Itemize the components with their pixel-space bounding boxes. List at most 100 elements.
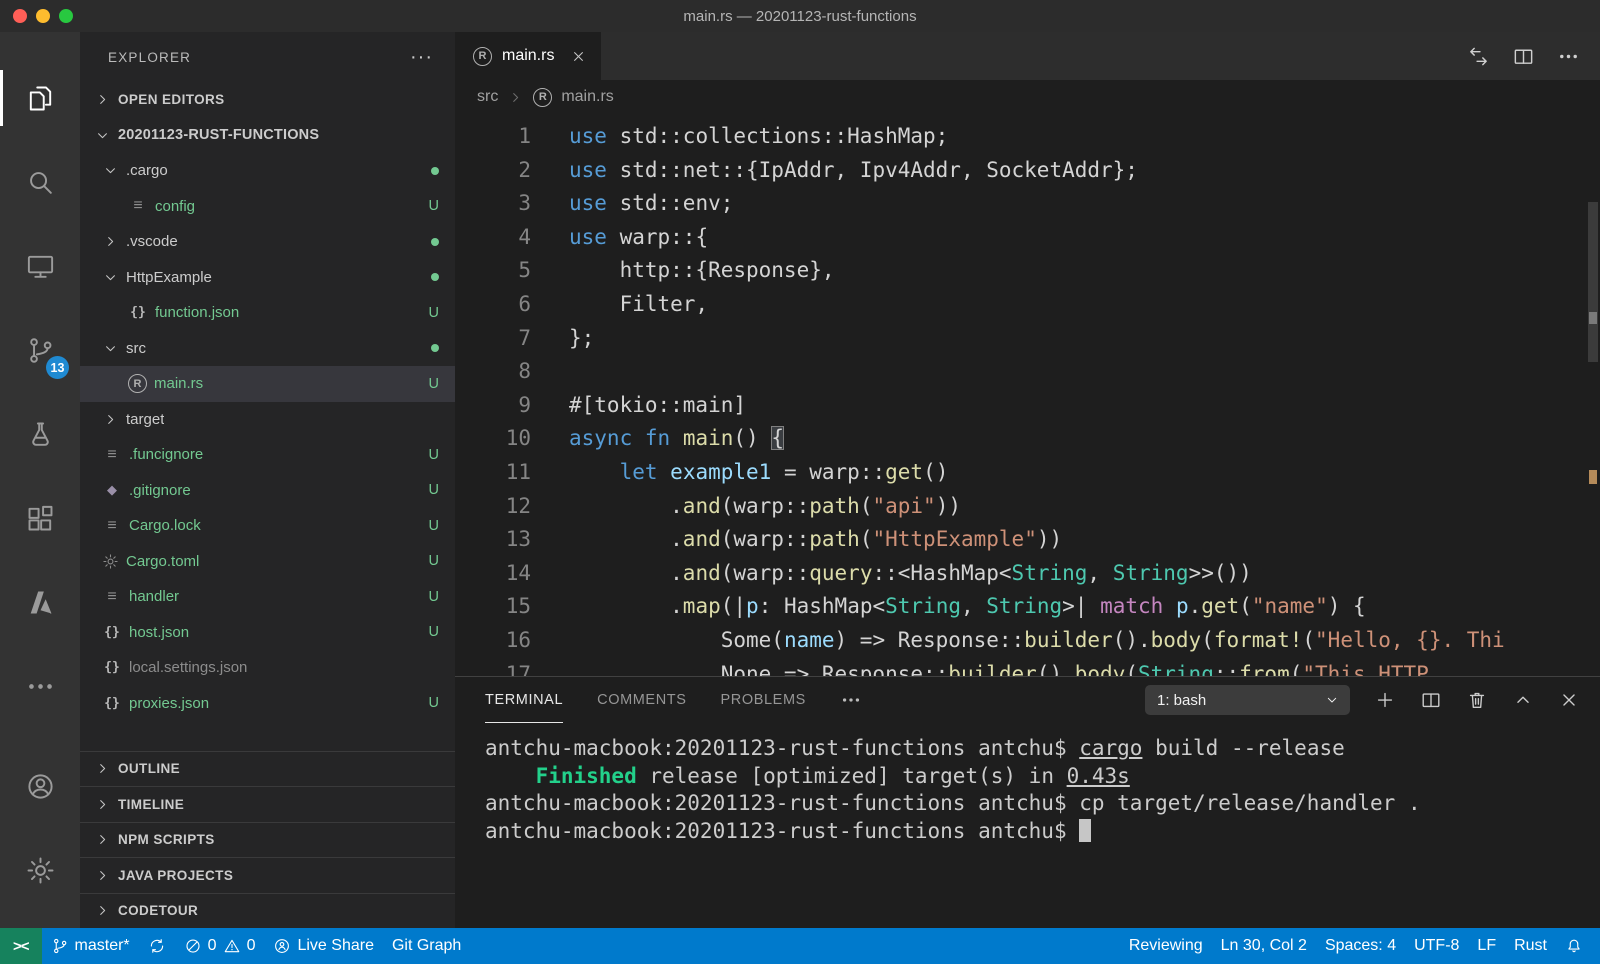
tree-file-Cargo.lock[interactable]: ≡Cargo.lockU [80,508,455,544]
text-file-icon: ≡ [102,517,122,535]
git-status-badge: U [429,198,439,214]
tree-file-function.json[interactable]: {}function.jsonU [80,295,455,331]
split-terminal-icon[interactable] [1420,689,1442,711]
split-editor-icon[interactable] [1512,45,1535,68]
tree-folder-.cargo[interactable]: .cargo [80,153,455,189]
maximize-panel-icon[interactable] [1512,689,1534,711]
code-line-10: 10async fn main() { [455,422,1600,456]
status-sync[interactable] [139,928,175,964]
code-line-6: 6 Filter, [455,288,1600,322]
editor-more-actions-icon[interactable] [1557,45,1580,68]
git-status-badge: U [429,376,439,392]
line-number: 5 [455,254,531,288]
line-number: 15 [455,590,531,624]
status-indentation[interactable]: Spaces: 4 [1316,928,1405,964]
status-problems[interactable]: 00 [175,928,265,964]
tree-file-config[interactable]: ≡configU [80,189,455,225]
activity-item-remote-explorer[interactable] [0,224,80,308]
panel-tab-problems[interactable]: PROBLEMS [721,677,806,723]
item-label: host.json [129,624,189,641]
sidebar-title: EXPLORER [108,50,191,65]
activity-item-settings[interactable] [0,828,80,912]
close-tab-icon[interactable] [570,48,587,65]
chevron-down-icon [1324,692,1340,708]
section-timeline[interactable]: TIMELINE [80,786,455,822]
section-java-projects[interactable]: JAVA PROJECTS [80,857,455,893]
item-label: function.json [155,304,239,321]
panel-controls: 1: bash [1145,685,1580,715]
activity-item-azure[interactable] [0,560,80,644]
editor-scrollbar[interactable] [1588,202,1598,362]
terminal-cursor [1079,819,1091,842]
close-window-button[interactable] [13,9,27,23]
kill-terminal-icon[interactable] [1466,689,1488,711]
minimize-window-button[interactable] [36,9,50,23]
status-eol[interactable]: LF [1468,928,1505,964]
open-editors-section[interactable]: OPEN EDITORS [80,82,455,118]
activity-item-source-control[interactable]: 13 [0,308,80,392]
section-label: JAVA PROJECTS [118,868,233,883]
code-text: use std::collections::HashMap; [531,120,948,154]
panel-more-actions-icon[interactable] [840,689,862,711]
tab-main-rs[interactable]: R main.rs [455,32,601,80]
activity-item-search[interactable] [0,140,80,224]
code-editor[interactable]: 1use std::collections::HashMap;2use std:… [455,114,1600,676]
workspace-root-folder[interactable]: 20201123-RUST-FUNCTIONS [80,118,455,154]
activity-item-extensions[interactable] [0,476,80,560]
zoom-window-button[interactable] [59,9,73,23]
status-cursor-position[interactable]: Ln 30, Col 2 [1212,928,1316,964]
terminal-line: antchu-macbook:20201123-rust-functions a… [485,735,1600,763]
activity-item-explorer[interactable] [0,56,80,140]
panel-tab-terminal[interactable]: TERMINAL [485,677,563,723]
tree-file-Cargo.toml[interactable]: Cargo.tomlU [80,544,455,580]
activity-item-run-debug[interactable] [0,392,80,476]
sidebar-more-actions-icon[interactable]: ··· [410,46,433,69]
terminal-shell-select[interactable]: 1: bash [1145,685,1350,715]
git-status-badge: U [429,482,439,498]
section-npm-scripts[interactable]: NPM SCRIPTS [80,822,455,858]
status-language-mode[interactable]: Rust [1505,928,1556,964]
close-panel-icon[interactable] [1558,689,1580,711]
git-status-badge: U [429,447,439,463]
code-text: use std::net::{IpAddr, Ipv4Addr, SocketA… [531,154,1138,188]
tree-folder-.vscode[interactable]: .vscode [80,224,455,260]
panel-tab-comments[interactable]: COMMENTS [597,677,686,723]
tree-file-main.rs[interactable]: Rmain.rsU [80,366,455,402]
section-codetour[interactable]: CODETOUR [80,893,455,929]
line-number: 1 [455,120,531,154]
main-area: 13 EXPLORER ··· OPEN EDITORS 20201123-RU… [0,32,1600,928]
breadcrumb-file[interactable]: main.rs [561,88,613,106]
new-terminal-icon[interactable] [1374,689,1396,711]
status-git-branch[interactable]: master* [42,928,139,964]
tree-folder-target[interactable]: target [80,402,455,438]
breadcrumb: src R main.rs [455,80,1600,114]
code-line-3: 3use std::env; [455,187,1600,221]
tree-file-.gitignore[interactable]: ◆.gitignoreU [80,473,455,509]
activity-item-more[interactable] [0,644,80,728]
tree-file-host.json[interactable]: {}host.jsonU [80,615,455,651]
tree-folder-HttpExample[interactable]: HttpExample [80,260,455,296]
tree-file-.funcignore[interactable]: ≡.funcignoreU [80,437,455,473]
code-text: None => Response::builder().body(String:… [531,658,1429,677]
tree-file-handler[interactable]: ≡handlerU [80,579,455,615]
activity-item-accounts[interactable] [0,744,80,828]
terminal-content[interactable]: antchu-macbook:20201123-rust-functions a… [455,723,1600,928]
status-notifications[interactable] [1556,928,1592,964]
status-git-graph[interactable]: Git Graph [383,928,470,964]
section-outline[interactable]: OUTLINE [80,751,455,787]
item-label: proxies.json [129,695,209,712]
tree-file-local.settings.json[interactable]: {}local.settings.json [80,650,455,686]
status-reviewing[interactable]: Reviewing [1120,928,1212,964]
status-remote-indicator[interactable]: >< [0,928,42,964]
chevron-right-icon [94,91,111,108]
code-text: let example1 = warp::get() [531,456,948,490]
traffic-lights [13,9,73,23]
breadcrumb-folder[interactable]: src [477,88,498,106]
tree-folder-src[interactable]: src [80,331,455,367]
status-live-share[interactable]: Live Share [264,928,383,964]
tree-file-proxies.json[interactable]: {}proxies.jsonU [80,686,455,722]
modified-dot [431,344,439,352]
line-number: 11 [455,456,531,490]
open-changes-icon[interactable] [1467,45,1490,68]
status-encoding[interactable]: UTF-8 [1405,928,1468,964]
